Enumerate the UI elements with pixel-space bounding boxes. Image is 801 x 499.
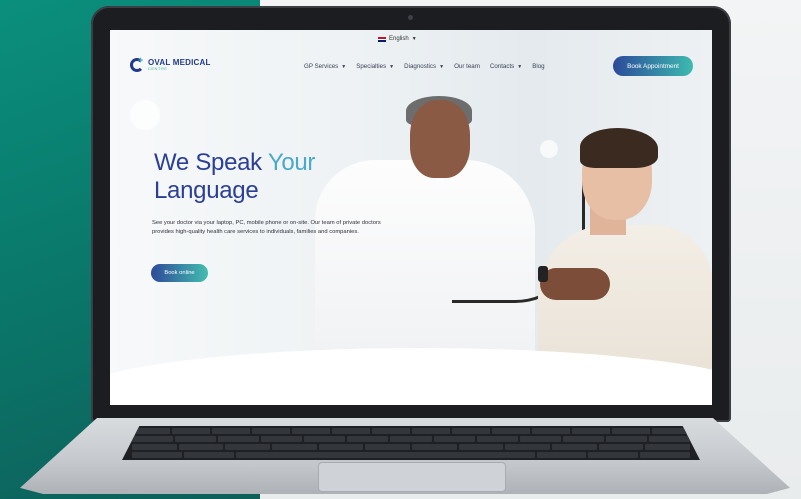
hero-headline: We Speak Your Language: [154, 149, 315, 205]
nav-item-contacts[interactable]: Contacts ▼: [490, 63, 522, 70]
nav-label: Diagnostics: [404, 63, 437, 70]
chevron-down-icon: ▼: [341, 63, 347, 70]
book-online-button[interactable]: Book online: [151, 264, 208, 282]
nav-item-specialties[interactable]: Specialties ▼: [356, 63, 394, 70]
doctor-head: [410, 100, 470, 178]
nav-label: Blog: [532, 63, 545, 70]
webcam-icon: [408, 15, 413, 20]
chevron-down-icon: ▼: [439, 63, 445, 70]
uk-flag-icon: [378, 36, 386, 42]
chevron-down-icon: ▼: [411, 36, 417, 42]
language-label: English: [389, 36, 409, 42]
laptop-trackpad: [318, 462, 506, 492]
nav-item-diagnostics[interactable]: Diagnostics ▼: [404, 63, 444, 70]
nav-item-gp-services[interactable]: GP Services ▼: [304, 63, 346, 70]
nav-label: Contacts: [489, 63, 515, 70]
headline-part1: We Speak: [154, 149, 268, 176]
nav-item-our-team[interactable]: Our team: [454, 63, 480, 70]
main-navigation: GP Services ▼ Specialties ▼ Diagnostics …: [304, 63, 545, 70]
nav-item-blog[interactable]: Blog: [532, 63, 544, 70]
nav-label: GP Services: [304, 63, 339, 70]
logo-subtitle: CENTRE: [148, 66, 168, 71]
headline-line2: Language: [154, 177, 259, 204]
wristwatch: [538, 266, 548, 282]
bokeh-light: [130, 100, 160, 130]
chevron-down-icon: ▼: [517, 63, 523, 70]
doctor-hand: [540, 268, 610, 300]
site-logo[interactable]: OVAL MEDICAL CENTRE: [130, 55, 211, 72]
headline-accent: Your: [267, 149, 316, 176]
book-appointment-button[interactable]: Book Appointment: [613, 56, 693, 76]
patient-hair: [580, 128, 658, 168]
nav-label: Our team: [454, 63, 480, 70]
bokeh-light: [540, 140, 558, 158]
hero-description: See your doctor via your laptop, PC, mob…: [152, 220, 381, 235]
language-selector[interactable]: English ▼: [378, 36, 417, 42]
logo-mark-icon: [130, 55, 144, 72]
nav-label: Specialties: [356, 63, 387, 70]
laptop-keyboard: [122, 426, 700, 460]
chevron-down-icon: ▼: [389, 63, 395, 70]
laptop-screen: English ▼ OVAL MEDICAL CENTRE GP Service…: [110, 30, 712, 405]
